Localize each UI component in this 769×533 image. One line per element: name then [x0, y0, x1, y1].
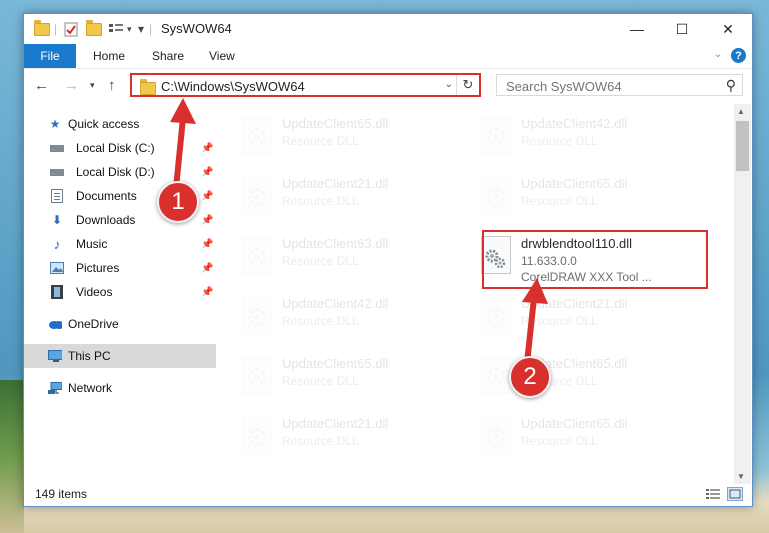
step-badge-2: 2: [509, 356, 551, 398]
annotation-arrow-2: [522, 278, 548, 366]
